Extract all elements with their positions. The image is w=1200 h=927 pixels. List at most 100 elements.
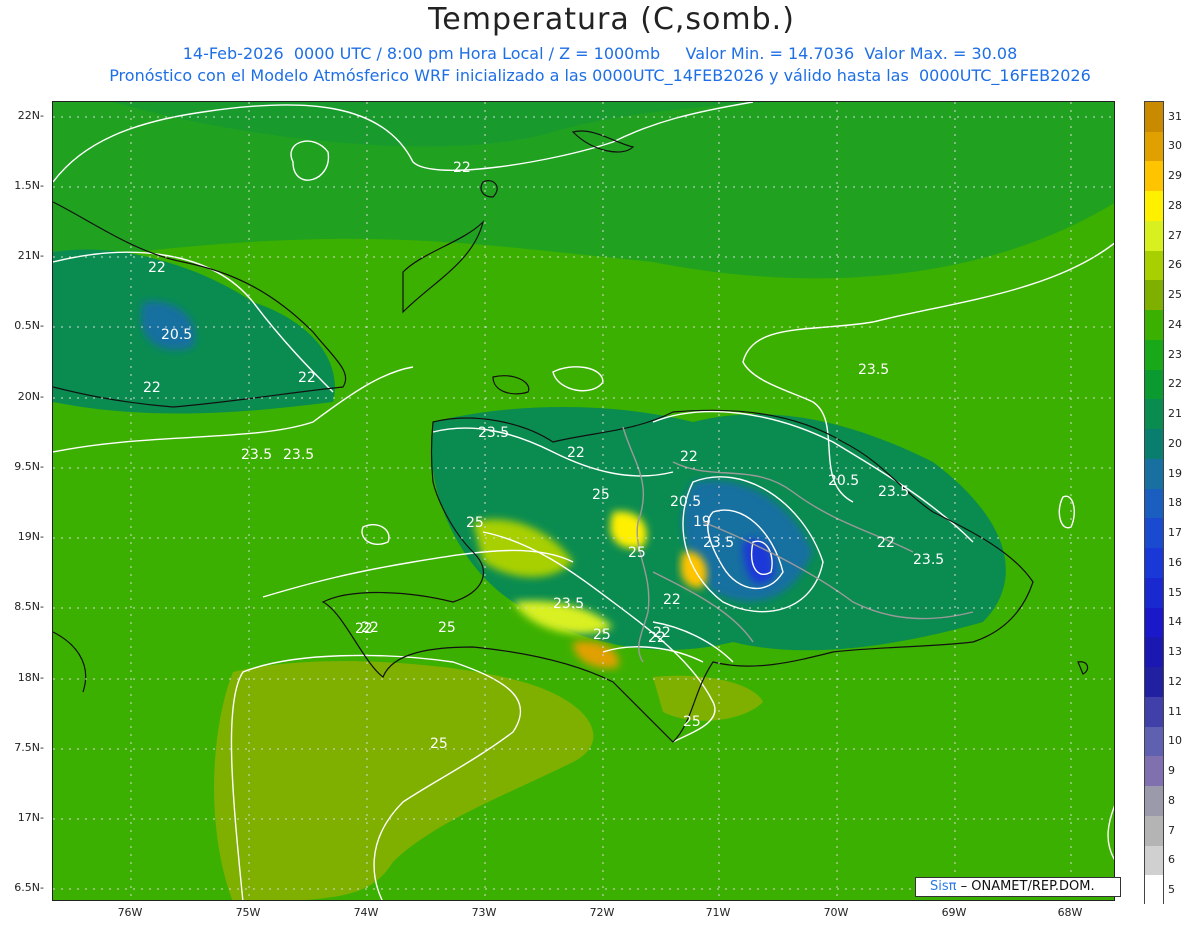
colorbar-tick-label: 31 bbox=[1168, 109, 1182, 123]
longitude-tick-label: 70W bbox=[823, 906, 849, 919]
colorbar-segment bbox=[1145, 726, 1163, 757]
contour-label: 23.5 bbox=[553, 596, 584, 612]
colorbar-tick-label: 8 bbox=[1168, 793, 1175, 807]
colorbar-tick-label: 23 bbox=[1168, 347, 1182, 361]
colorbar-segment bbox=[1145, 161, 1163, 192]
latitude-tick-label: 22N- bbox=[17, 109, 44, 122]
contour-label: 22 bbox=[663, 592, 681, 608]
latitude-tick-label: 18N- bbox=[17, 671, 44, 684]
colorbar-segment bbox=[1145, 399, 1163, 430]
longitude-tick-label: 69W bbox=[941, 906, 967, 919]
credit-text: – ONAMET/REP.DOM. bbox=[960, 879, 1095, 894]
contour-label: 20.5 bbox=[670, 494, 701, 510]
map-title: Temperatura (C,somb.) bbox=[428, 2, 795, 37]
colorbar-segment bbox=[1145, 667, 1163, 698]
colorbar-tick-label: 13 bbox=[1168, 645, 1182, 659]
colorbar-segment bbox=[1145, 696, 1163, 728]
contour-label: 23.5 bbox=[283, 447, 314, 463]
colorbar-tick-label: 26 bbox=[1168, 258, 1182, 272]
longitude-tick-label: 68W bbox=[1057, 906, 1083, 919]
colorbar-segment bbox=[1145, 756, 1163, 787]
colorbar-segment bbox=[1145, 102, 1163, 133]
latitude-tick-label: 20N- bbox=[17, 390, 44, 403]
colorbar-tick-label: 21 bbox=[1168, 407, 1182, 421]
colorbar-tick-label: 22 bbox=[1168, 377, 1182, 391]
colorbar-tick-label: 9 bbox=[1168, 764, 1175, 778]
colorbar-tick-label: 29 bbox=[1168, 169, 1182, 183]
contour-label: 23.5 bbox=[241, 447, 272, 463]
temperature-map: 22 22 22 20.5 22 23.5 23.5 23.5 22 22 20.5 23.5 25 20… bbox=[52, 101, 1115, 901]
temperature-colorbar bbox=[1144, 101, 1164, 906]
colorbar-segment bbox=[1145, 429, 1163, 460]
colorbar-tick-label: 5 bbox=[1168, 883, 1175, 896]
colorbar-tick-label: 25 bbox=[1168, 288, 1182, 302]
colorbar-segment bbox=[1145, 220, 1163, 252]
colorbar-segment bbox=[1145, 191, 1163, 222]
map-subtitle-model-info: Pronóstico con el Modelo Atmósferico WRF… bbox=[109, 66, 1091, 85]
contour-label: 25 bbox=[438, 620, 456, 636]
colorbar-tick-label: 10 bbox=[1168, 734, 1182, 748]
contour-label: 23.5 bbox=[703, 535, 734, 551]
colorbar-segment bbox=[1145, 577, 1163, 609]
colorbar-segment bbox=[1145, 339, 1163, 371]
map-subtitle-valid-time: 14-Feb-2026 0000 UTC / 8:00 pm Hora Loca… bbox=[182, 44, 1018, 63]
colorbar-segment bbox=[1145, 310, 1163, 341]
contour-label: 25 bbox=[683, 714, 701, 730]
contour-label: 20.5 bbox=[161, 327, 192, 343]
contour-label: 23.5 bbox=[878, 484, 909, 500]
contour-label: 22 bbox=[148, 260, 166, 276]
colorbar-tick-label: 7 bbox=[1168, 823, 1175, 837]
contour-label: 20.5 bbox=[828, 473, 859, 489]
contour-label: 22 bbox=[877, 535, 895, 551]
colorbar-tick-label: 12 bbox=[1168, 674, 1182, 688]
colorbar-tick-label: 14 bbox=[1168, 615, 1182, 629]
longitude-tick-label: 71W bbox=[705, 906, 731, 919]
colorbar-segment bbox=[1145, 250, 1163, 281]
colorbar-segment bbox=[1145, 518, 1163, 549]
colorbar-tick-label: 17 bbox=[1168, 526, 1182, 540]
colorbar-tick-label: 30 bbox=[1168, 139, 1182, 153]
colorbar-tick-label: 16 bbox=[1168, 555, 1182, 569]
latitude-tick-label: 6.5N- bbox=[14, 881, 44, 894]
colorbar-tick-label: 19 bbox=[1168, 466, 1182, 480]
credit-brand: Sisπ bbox=[930, 879, 957, 894]
colorbar-segment bbox=[1145, 280, 1163, 311]
contour-label: 25 bbox=[628, 545, 646, 561]
colorbar-tick-label: 28 bbox=[1168, 198, 1182, 212]
colorbar-segment bbox=[1145, 786, 1163, 817]
contour-label: 22 bbox=[298, 370, 316, 386]
colorbar-segment bbox=[1145, 875, 1163, 906]
colorbar-tick-label: 24 bbox=[1168, 317, 1182, 331]
colorbar-tick-label: 11 bbox=[1168, 704, 1182, 718]
contour-label: 22 bbox=[355, 621, 373, 637]
credit-box: Sisπ – ONAMET/REP.DOM. bbox=[915, 877, 1121, 897]
contour-label: 23.5 bbox=[478, 425, 509, 441]
contour-label: 25 bbox=[466, 515, 484, 531]
colorbar-tick-label: 18 bbox=[1168, 496, 1182, 510]
contour-label: 19 bbox=[693, 514, 711, 530]
longitude-tick-label: 73W bbox=[471, 906, 497, 919]
colorbar-tick-label: 20 bbox=[1168, 436, 1182, 450]
contour-label: 22 bbox=[680, 449, 698, 465]
longitude-tick-label: 75W bbox=[235, 906, 261, 919]
contour-label: 22 bbox=[143, 380, 161, 396]
latitude-tick-label: 17N- bbox=[17, 811, 44, 824]
contour-label: 22 bbox=[648, 630, 666, 646]
latitude-tick-label: 9.5N- bbox=[14, 460, 44, 473]
colorbar-segment bbox=[1145, 845, 1163, 876]
contour-label: 25 bbox=[592, 487, 610, 503]
contour-label: 22 bbox=[453, 160, 471, 176]
contour-label: 23.5 bbox=[858, 362, 889, 378]
colorbar-segment bbox=[1145, 607, 1163, 638]
colorbar-tick-label: 15 bbox=[1168, 585, 1182, 599]
colorbar-tick-label: 6 bbox=[1168, 853, 1175, 867]
latitude-tick-label: 8.5N- bbox=[14, 600, 44, 613]
latitude-tick-label: 1.5N- bbox=[14, 179, 44, 192]
contour-label: 23.5 bbox=[913, 552, 944, 568]
latitude-tick-label: 19N- bbox=[17, 530, 44, 543]
colorbar-segment bbox=[1145, 815, 1163, 846]
longitude-tick-label: 72W bbox=[589, 906, 615, 919]
colorbar-tick-label: 27 bbox=[1168, 228, 1182, 242]
colorbar-segment bbox=[1145, 637, 1163, 668]
contour-label: 25 bbox=[593, 627, 611, 643]
